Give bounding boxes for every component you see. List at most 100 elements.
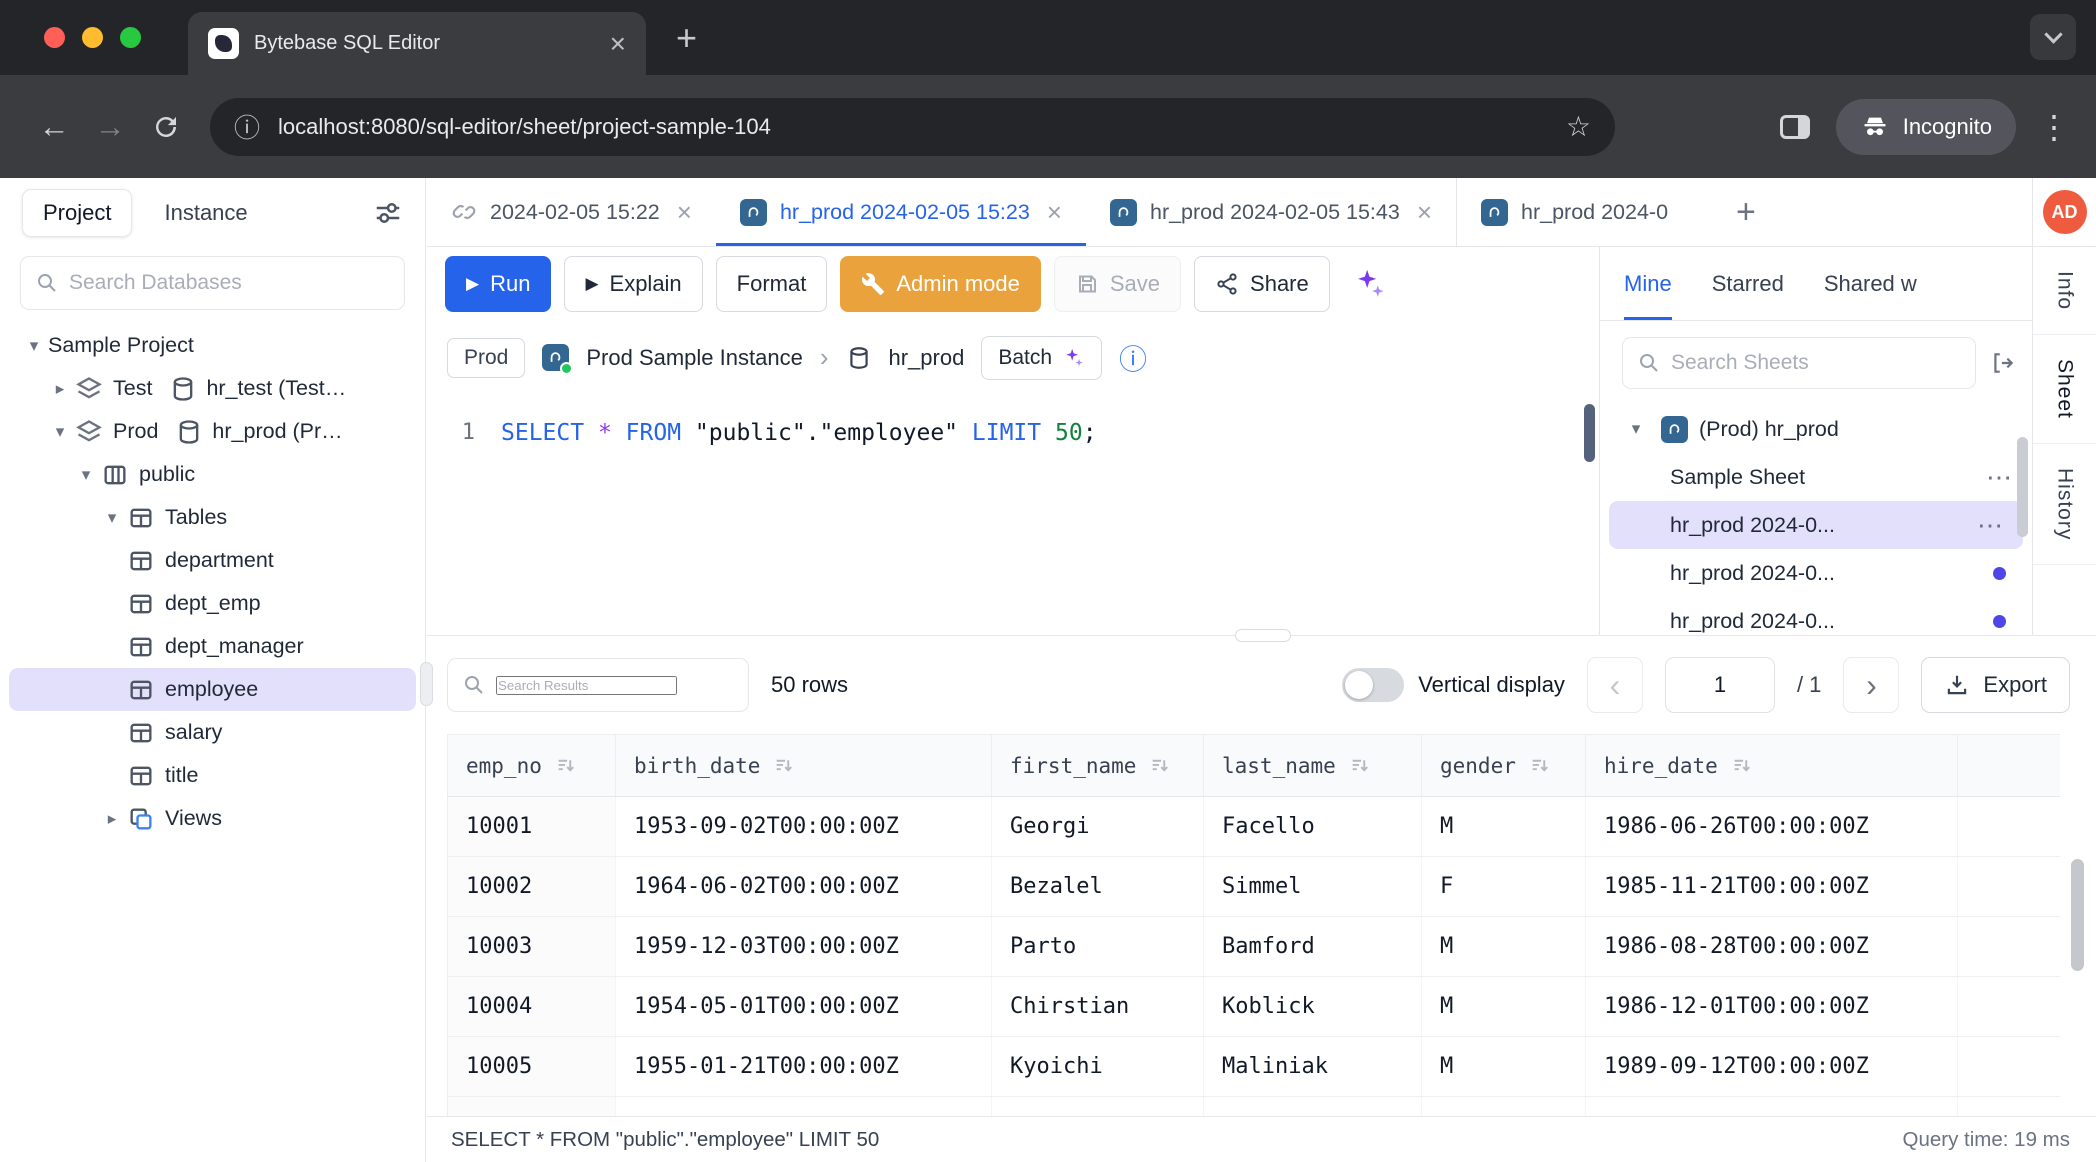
vertical-display-toggle[interactable] xyxy=(1342,668,1404,702)
minimize-window-button[interactable] xyxy=(82,27,103,48)
worksheet-tab-3[interactable]: hr_prod 2024-02-05 15:43 × xyxy=(1086,178,1456,246)
horizontal-splitter-handle[interactable] xyxy=(1235,629,1291,642)
back-button[interactable]: ← xyxy=(26,109,82,145)
caret-down-icon[interactable]: ▾ xyxy=(20,336,48,356)
filter-settings-icon[interactable] xyxy=(373,198,403,228)
tree-item-tables-group[interactable]: ▾ Tables xyxy=(0,496,425,539)
worksheet-tab-1[interactable]: 2024-02-05 15:22 × xyxy=(427,178,716,246)
column-header-birth-date[interactable]: birth_date xyxy=(616,735,992,797)
tree-item-sample-project[interactable]: ▾ Sample Project xyxy=(0,324,425,367)
database-entry[interactable]: hr_test (Test… xyxy=(168,375,346,403)
sheet-item-unsaved-partial[interactable]: hr_prod 2024-0... xyxy=(1600,597,2032,635)
save-button[interactable]: Save xyxy=(1054,256,1181,312)
tree-item-table-employee-selected[interactable]: employee xyxy=(9,668,416,711)
column-header-first-name[interactable]: first_name xyxy=(992,735,1204,797)
sheet-menu-icon[interactable]: ⋯ xyxy=(1986,462,2014,493)
sql-editor[interactable]: 1 SELECT * FROM "public"."employee" LIMI… xyxy=(427,394,1599,635)
browser-menu-button[interactable]: ⋮ xyxy=(2038,108,2070,146)
page-number-input[interactable] xyxy=(1665,657,1775,713)
sheet-menu-icon[interactable]: ⋯ xyxy=(1977,510,2005,541)
tree-item-schema-public[interactable]: ▾ public xyxy=(0,453,425,496)
tree-item-table-dept-emp[interactable]: dept_emp xyxy=(0,582,425,625)
tree-item-table-department[interactable]: department xyxy=(0,539,425,582)
results-search[interactable] xyxy=(447,658,749,712)
tab-search-button[interactable] xyxy=(2030,14,2076,60)
editor-scrollbar[interactable] xyxy=(1584,404,1595,462)
tab-project[interactable]: Project xyxy=(22,189,132,237)
column-header-hire-date[interactable]: hire_date xyxy=(1586,735,1958,797)
sheet-group-hr-prod[interactable]: ▾ (Prod) hr_prod xyxy=(1600,405,2032,453)
worksheet-tab-2-active[interactable]: hr_prod 2024-02-05 15:23 × xyxy=(716,178,1086,246)
sheet-search-input[interactable] xyxy=(1671,351,1961,375)
explain-button[interactable]: ▶ Explain xyxy=(564,256,702,312)
forward-button[interactable]: → xyxy=(82,109,138,145)
batch-button[interactable]: Batch xyxy=(981,336,1102,380)
tree-item-views-group[interactable]: ▸ Views xyxy=(0,797,425,840)
tab-mine[interactable]: Mine xyxy=(1624,247,1672,320)
close-window-button[interactable] xyxy=(44,27,65,48)
share-button[interactable]: Share xyxy=(1194,256,1330,312)
run-button[interactable]: ▶ Run xyxy=(445,256,551,312)
format-button[interactable]: Format xyxy=(716,256,828,312)
caret-down-icon[interactable]: ▾ xyxy=(46,422,74,442)
ai-assistant-button[interactable] xyxy=(1343,256,1397,312)
tree-item-env-prod[interactable]: ▾ Prod hr_prod (Pr… xyxy=(0,410,425,453)
export-button[interactable]: Export xyxy=(1921,657,2070,713)
instance-name[interactable]: Prod Sample Instance xyxy=(586,345,802,371)
tree-item-table-title[interactable]: title xyxy=(0,754,425,797)
sort-icon[interactable] xyxy=(1150,756,1169,775)
results-search-input[interactable] xyxy=(496,676,677,695)
column-header-gender[interactable]: gender xyxy=(1422,735,1586,797)
prev-page-button[interactable]: ‹ xyxy=(1587,657,1643,713)
database-search-input[interactable] xyxy=(69,271,390,295)
user-avatar[interactable]: AD xyxy=(2043,190,2087,234)
sort-icon[interactable] xyxy=(1732,756,1751,775)
bookmark-star-icon[interactable]: ☆ xyxy=(1566,110,1591,143)
caret-right-icon[interactable]: ▸ xyxy=(46,379,74,399)
new-worksheet-button[interactable]: + xyxy=(1720,195,1772,229)
close-icon[interactable]: × xyxy=(677,197,692,228)
sheet-item-selected[interactable]: hr_prod 2024-0... ⋯ xyxy=(1609,501,2023,549)
sheet-scrollbar[interactable] xyxy=(2017,437,2028,537)
sheet-item-sample-sheet[interactable]: Sample Sheet ⋯ xyxy=(1600,453,2032,501)
strip-tab-info[interactable]: Info xyxy=(2033,247,2096,335)
maximize-window-button[interactable] xyxy=(120,27,141,48)
database-entry[interactable]: hr_prod (Pr… xyxy=(174,418,342,446)
database-search[interactable] xyxy=(20,256,405,310)
close-icon[interactable]: × xyxy=(1417,197,1432,228)
sidebar-resize-handle[interactable] xyxy=(420,662,433,706)
tree-item-table-salary[interactable]: salary xyxy=(0,711,425,754)
sheet-item-unsaved[interactable]: hr_prod 2024-0... xyxy=(1600,549,2032,597)
browser-tab[interactable]: Bytebase SQL Editor × xyxy=(188,12,646,75)
tree-item-table-dept-manager[interactable]: dept_manager xyxy=(0,625,425,668)
collapse-panel-icon[interactable] xyxy=(1990,350,2016,376)
close-icon[interactable]: × xyxy=(1047,197,1062,228)
sort-icon[interactable] xyxy=(774,756,793,775)
new-tab-button[interactable]: + xyxy=(676,20,697,56)
column-header-last-name[interactable]: last_name xyxy=(1204,735,1422,797)
side-panel-icon[interactable] xyxy=(1780,115,1810,139)
sheet-search[interactable] xyxy=(1622,337,1976,389)
reload-button[interactable] xyxy=(151,112,181,142)
admin-mode-button[interactable]: Admin mode xyxy=(840,256,1041,312)
caret-right-icon[interactable]: ▸ xyxy=(98,809,126,829)
caret-down-icon[interactable]: ▾ xyxy=(98,508,126,528)
site-info-icon[interactable]: ⓘ xyxy=(234,108,260,145)
database-name[interactable]: hr_prod xyxy=(889,345,965,371)
strip-tab-history[interactable]: History xyxy=(2033,444,2096,565)
url-bar[interactable]: ⓘ localhost:8080/sql-editor/sheet/projec… xyxy=(210,98,1615,156)
column-header-emp-no[interactable]: emp_no xyxy=(448,735,616,797)
tab-close-icon[interactable]: × xyxy=(610,30,626,58)
sort-icon[interactable] xyxy=(1530,756,1549,775)
caret-down-icon[interactable]: ▾ xyxy=(1622,419,1650,439)
caret-down-icon[interactable]: ▾ xyxy=(72,465,100,485)
tree-item-env-test[interactable]: ▸ Test hr_test (Test… xyxy=(0,367,425,410)
sql-code-line[interactable]: SELECT * FROM "public"."employee" LIMIT … xyxy=(501,394,1097,635)
sort-icon[interactable] xyxy=(1350,756,1369,775)
sort-icon[interactable] xyxy=(556,756,575,775)
tab-shared[interactable]: Shared w xyxy=(1824,247,1917,320)
worksheet-tab-4[interactable]: hr_prod 2024-0 xyxy=(1456,178,1720,246)
tab-instance[interactable]: Instance xyxy=(164,200,247,226)
tab-starred[interactable]: Starred xyxy=(1712,247,1784,320)
next-page-button[interactable]: › xyxy=(1843,657,1899,713)
